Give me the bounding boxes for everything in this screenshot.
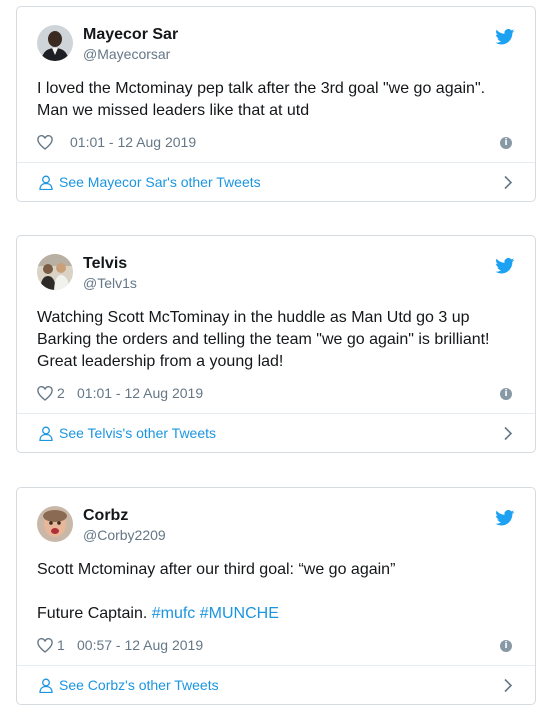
other-tweets-label[interactable]: See Mayecor Sar's other Tweets (59, 174, 261, 190)
other-tweets-link[interactable]: See Corbz's other Tweets (17, 665, 535, 704)
author-handle[interactable]: @Mayecorsar (83, 46, 170, 62)
info-icon[interactable]: i (500, 388, 512, 400)
tweet-header: Telvis @Telv1s (37, 254, 515, 294)
other-tweets-label[interactable]: See Corbz's other Tweets (59, 677, 219, 693)
chevron-right-icon[interactable] (503, 426, 513, 441)
chevron-right-icon[interactable] (503, 678, 513, 693)
tweet-card: Mayecor Sar @Mayecorsar I loved the Mcto… (16, 6, 536, 202)
tweet-meta: 01:01 - 12 Aug 2019 i (37, 133, 515, 153)
hashtag-link[interactable]: #mufc (152, 605, 196, 622)
timestamp-link[interactable]: 01:01 - 12 Aug 2019 (70, 134, 196, 150)
tweet-text-plain: Future Captain. (37, 605, 148, 622)
person-icon (39, 175, 53, 190)
avatar[interactable] (37, 254, 73, 290)
other-tweets-label[interactable]: See Telvis's other Tweets (59, 425, 216, 441)
tweet-text-line: Man we missed leaders like that at utd (37, 102, 310, 119)
chevron-right-icon[interactable] (503, 175, 513, 190)
hashtag-link[interactable]: #MUNCHE (200, 605, 279, 622)
avatar[interactable] (37, 25, 73, 61)
tweet-text-line: Watching Scott McTominay in the huddle a… (37, 309, 470, 326)
heart-icon[interactable] (37, 135, 53, 150)
twitter-bird-icon[interactable] (495, 29, 515, 45)
tweet-header: Corbz @Corby2209 (37, 506, 515, 546)
author-name[interactable]: Corbz (83, 507, 128, 525)
tweet-meta: 2 01:01 - 12 Aug 2019 i (37, 384, 515, 404)
like-count: 1 (57, 637, 65, 653)
tweet-card: Corbz @Corby2209 Scott Mctominay after o… (16, 487, 536, 705)
person-icon (39, 426, 53, 441)
tweet-text: Watching Scott McTominay in the huddle a… (37, 307, 515, 373)
info-icon[interactable]: i (500, 640, 512, 652)
author-name[interactable]: Telvis (83, 255, 127, 273)
timestamp-link[interactable]: 01:01 - 12 Aug 2019 (77, 385, 203, 401)
heart-icon[interactable] (37, 638, 53, 653)
tweet-text: I loved the Mctominay pep talk after the… (37, 78, 515, 122)
timestamp-link[interactable]: 00:57 - 12 Aug 2019 (77, 637, 203, 653)
tweet-card: Telvis @Telv1s Watching Scott McTominay … (16, 235, 536, 453)
heart-icon[interactable] (37, 386, 53, 401)
twitter-bird-icon[interactable] (495, 258, 515, 274)
tweet-text-line: Scott Mctominay after our third goal: “w… (37, 561, 396, 578)
twitter-bird-icon[interactable] (495, 510, 515, 526)
tweet-text: Scott Mctominay after our third goal: “w… (37, 559, 515, 625)
other-tweets-link[interactable]: See Mayecor Sar's other Tweets (17, 162, 535, 201)
tweet-text-line: I loved the Mctominay pep talk after the… (37, 80, 486, 97)
author-handle[interactable]: @Corby2209 (83, 527, 166, 543)
author-handle[interactable]: @Telv1s (83, 275, 137, 291)
avatar[interactable] (37, 506, 73, 542)
tweet-header: Mayecor Sar @Mayecorsar (37, 25, 515, 65)
info-icon[interactable]: i (500, 137, 512, 149)
tweet-text-line: Great leadership from a young lad! (37, 353, 284, 370)
author-name[interactable]: Mayecor Sar (83, 26, 178, 44)
person-icon (39, 678, 53, 693)
tweet-text-line: Barking the orders and telling the team … (37, 331, 490, 348)
tweet-text-gap (37, 581, 515, 603)
other-tweets-link[interactable]: See Telvis's other Tweets (17, 413, 535, 452)
tweet-text-line: Future Captain. #mufc #MUNCHE (37, 603, 515, 625)
like-count: 2 (57, 385, 65, 401)
tweet-meta: 1 00:57 - 12 Aug 2019 i (37, 636, 515, 656)
